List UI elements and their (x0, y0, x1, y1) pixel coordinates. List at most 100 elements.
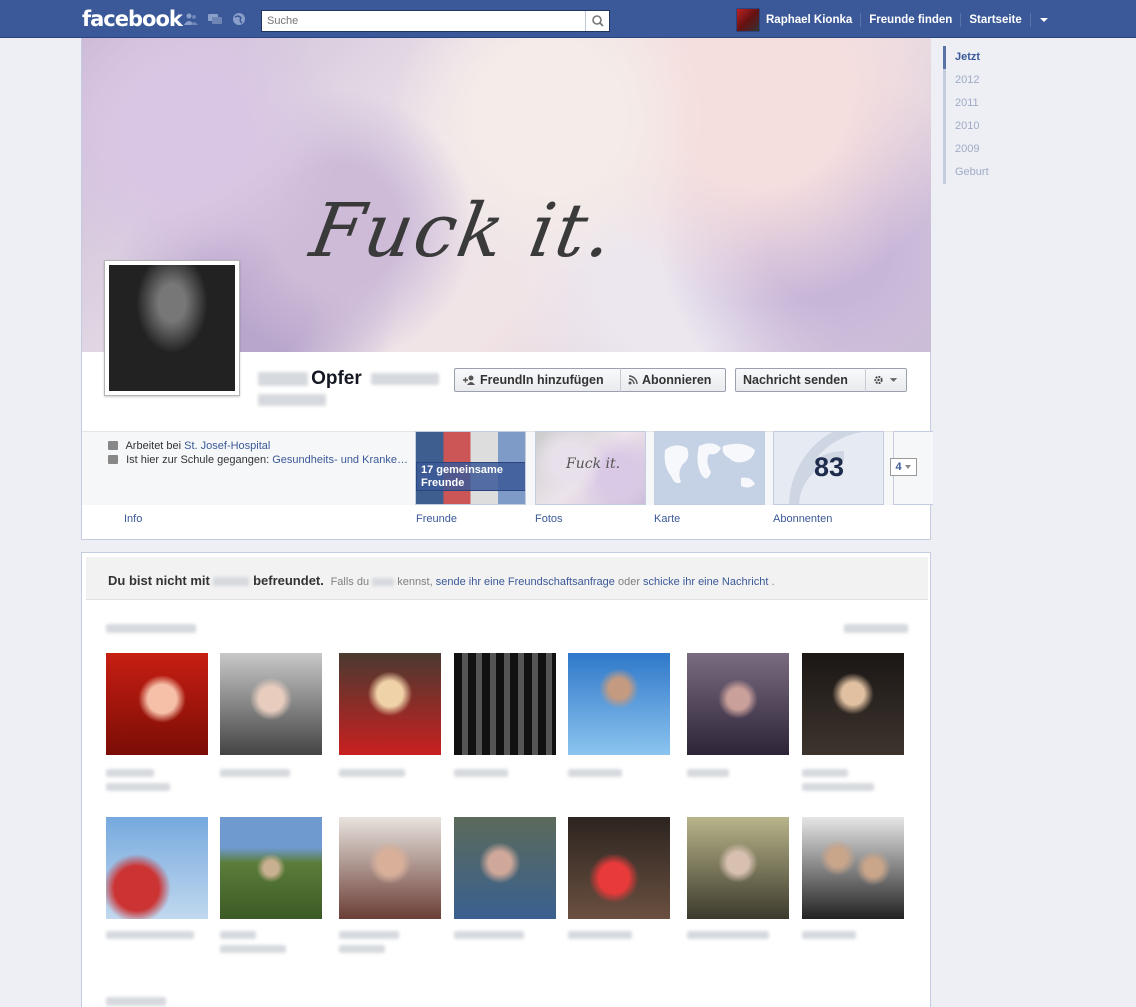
map-tile[interactable] (654, 431, 765, 505)
photos-tile[interactable]: Fuck it. (535, 431, 646, 505)
add-friend-icon (463, 375, 475, 385)
friend-name-redacted[interactable] (339, 945, 385, 953)
notice-sub-prefix: Falls du (330, 576, 373, 588)
friend-thumbnail[interactable] (568, 653, 670, 755)
dropdown-arrow-icon (1039, 18, 1048, 22)
add-friend-label: FreundIn hinzufügen (480, 373, 604, 387)
friend-thumbnail[interactable] (106, 817, 208, 919)
tab-photos[interactable]: Fotos (535, 513, 563, 525)
friend-thumbnail[interactable] (568, 817, 670, 919)
friend-thumbnail[interactable] (802, 817, 904, 919)
find-friends-link[interactable]: Freunde finden (861, 13, 962, 27)
notice-subtext: Falls du kennst, sende ihr eine Freundsc… (328, 576, 775, 588)
school-prefix: Ist hier zur Schule gegangen: (126, 454, 273, 466)
friend-name-redacted[interactable] (106, 783, 170, 791)
friend-thumbnail[interactable] (687, 817, 789, 919)
redacted-alt-name-line (258, 394, 458, 407)
send-message-button[interactable]: Nachricht senden (735, 368, 865, 392)
friend-name-redacted[interactable] (339, 769, 405, 777)
friend-name-redacted[interactable] (339, 931, 399, 939)
subscribers-tile[interactable]: 83 (773, 431, 884, 505)
tab-subscribers[interactable]: Abonnenten (773, 513, 832, 525)
friend-thumbnail[interactable] (339, 817, 441, 919)
notice-sub-mid: kennst, (397, 576, 436, 588)
notice-title-suffix: befreundet. (253, 573, 324, 588)
profile-name[interactable]: Opfer (311, 368, 362, 389)
redacted-alt-name-part (258, 394, 326, 407)
friend-thumbnail[interactable] (220, 817, 322, 919)
notifications-icon[interactable] (232, 13, 246, 25)
tab-info[interactable]: Info (124, 513, 142, 525)
search-box[interactable] (261, 10, 610, 32)
tab-friends[interactable]: Freunde (416, 513, 457, 525)
send-friend-request-link[interactable]: sende ihr eine Freundschaftsanfrage (436, 576, 615, 588)
school-place-link[interactable]: Gesundheits- und Kranke… (272, 454, 408, 466)
friend-name-redacted[interactable] (106, 769, 154, 777)
friend-name-redacted[interactable] (454, 931, 524, 939)
timeline-item-2012[interactable]: 2012 (943, 69, 1063, 92)
friend-name-redacted[interactable] (802, 931, 856, 939)
search-input[interactable] (262, 11, 584, 31)
school-line: Ist hier zur Schule gegangen: Gesundheit… (108, 453, 408, 467)
search-icon (592, 15, 604, 27)
add-friend-button[interactable]: FreundIn hinzufügen (454, 368, 620, 392)
friend-thumbnail[interactable] (339, 653, 441, 755)
cover-photo-text: Fuck it. (304, 188, 622, 274)
home-link[interactable]: Startseite (961, 13, 1031, 27)
send-message-link[interactable]: schicke ihr eine Nachricht (643, 576, 768, 588)
more-apps-count: 4 (895, 461, 902, 473)
friend-thumbnail[interactable] (687, 653, 789, 755)
profile-options-button[interactable] (865, 368, 907, 392)
timeline-item-now[interactable]: Jetzt (943, 46, 1063, 69)
friend-name-redacted[interactable] (802, 783, 874, 791)
timeline-item-2009[interactable]: 2009 (943, 138, 1063, 161)
friend-name-redacted[interactable] (687, 769, 729, 777)
friend-thumbnail[interactable] (454, 817, 556, 919)
mutual-friends-badge: 17 gemeinsame Freunde (416, 462, 525, 491)
user-avatar[interactable] (736, 8, 760, 32)
more-apps-button[interactable]: 4 (890, 458, 917, 476)
profile-picture (109, 265, 235, 391)
account-menu-button[interactable] (1031, 13, 1057, 27)
notice-line: Du bist nicht mit befreundet. Falls du k… (108, 573, 775, 588)
friend-thumbnail[interactable] (802, 653, 904, 755)
tab-map[interactable]: Karte (654, 513, 680, 525)
friend-thumbnail[interactable] (106, 653, 208, 755)
notice-sub-end: . (771, 576, 775, 588)
notice-title-prefix: Du bist nicht mit (108, 573, 214, 588)
rss-icon (628, 375, 638, 385)
friend-name-redacted[interactable] (220, 769, 290, 777)
top-bar: facebook Raphael Kionka Freunde finden S… (0, 0, 1136, 38)
friend-name-redacted[interactable] (220, 931, 256, 939)
profile-info-summary: Arbeitet bei St. Josef-Hospital Ist hier… (108, 439, 408, 467)
friend-name-redacted[interactable] (568, 931, 632, 939)
redacted-name (372, 578, 395, 587)
timeline-nav: Jetzt 2012 2011 2010 2009 Geburt (943, 46, 1063, 184)
friends-tile[interactable]: 17 gemeinsame Freunde (415, 431, 526, 505)
friend-thumbnail[interactable] (220, 653, 322, 755)
friend-name-redacted[interactable] (568, 769, 622, 777)
friend-name-redacted[interactable] (802, 769, 848, 777)
work-place-link[interactable]: St. Josef-Hospital (184, 440, 270, 452)
friend-name-redacted[interactable] (106, 931, 194, 939)
timeline-item-2011[interactable]: 2011 (943, 92, 1063, 115)
subscribe-button[interactable]: Abonnieren (620, 368, 726, 392)
facebook-logo[interactable]: facebook (82, 7, 183, 31)
chevron-down-icon (889, 378, 898, 382)
profile-name-area: Opfer (258, 368, 458, 407)
photos-tile-text: Fuck it. (566, 456, 621, 472)
friend-thumbnail[interactable] (454, 653, 556, 755)
search-button[interactable] (585, 11, 609, 31)
friend-requests-icon[interactable] (184, 13, 198, 25)
profile-picture-frame[interactable] (104, 260, 240, 396)
user-name-link[interactable]: Raphael Kionka (766, 13, 862, 27)
friend-name-redacted[interactable] (687, 931, 769, 939)
timeline-item-2010[interactable]: 2010 (943, 115, 1063, 138)
friend-name-redacted[interactable] (220, 945, 286, 953)
redacted-section-title (106, 997, 166, 1006)
messages-icon[interactable] (208, 13, 222, 25)
redacted-see-all-link[interactable] (844, 624, 908, 633)
profile-header-card: Fuck it. Opfer FreundIn hinzufügen Abonn… (81, 38, 933, 540)
timeline-item-birth[interactable]: Geburt (943, 161, 1063, 184)
friend-name-redacted[interactable] (454, 769, 508, 777)
